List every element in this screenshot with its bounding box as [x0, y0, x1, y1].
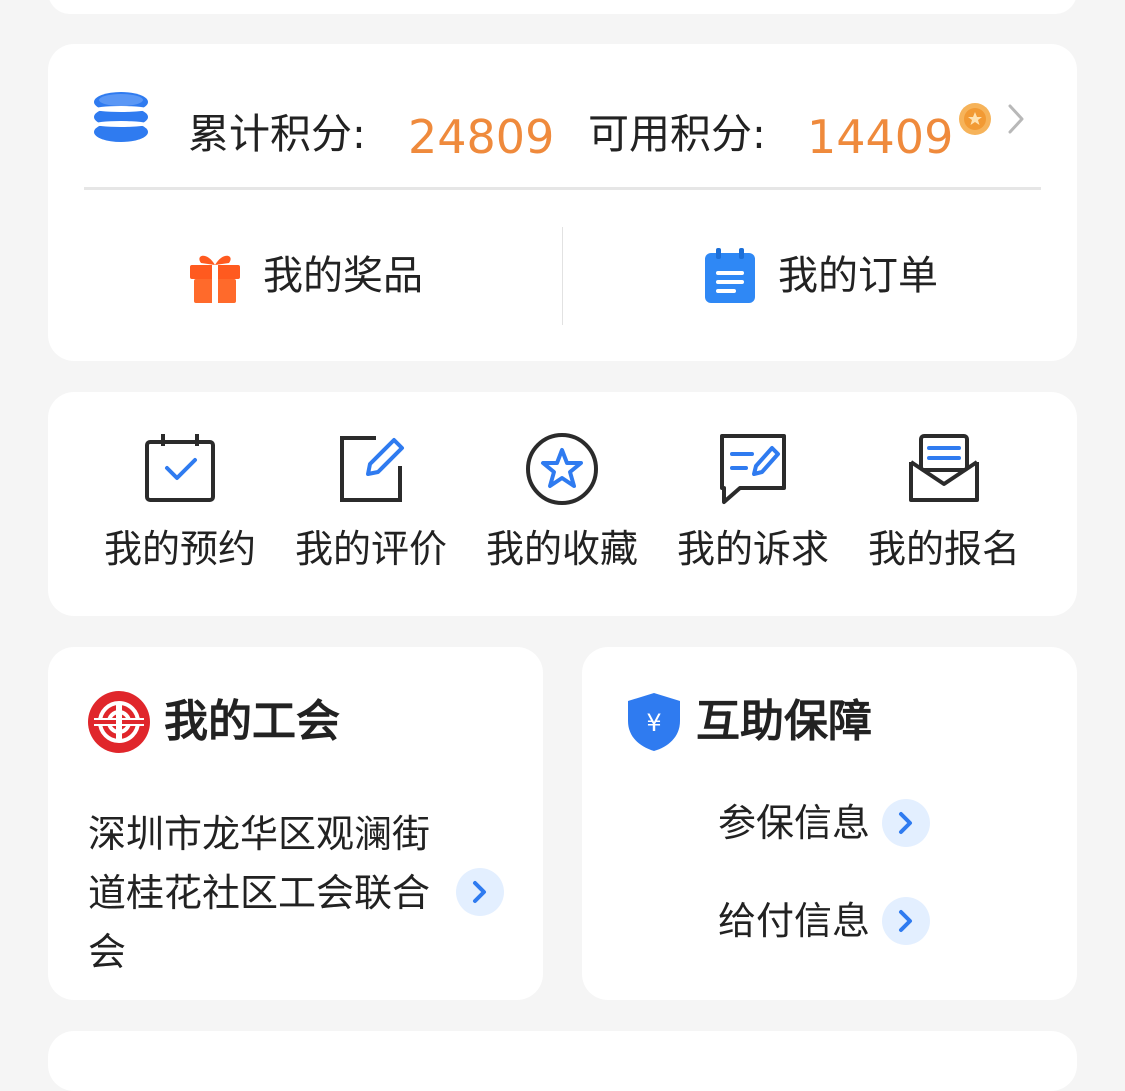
total-points-value: 24809: [408, 110, 555, 164]
insurance-info-label: 参保信息: [718, 801, 871, 845]
svg-text:¥: ¥: [646, 709, 661, 737]
available-points-value: 14409: [807, 110, 954, 164]
union-card-header: 我的工会: [88, 691, 340, 753]
envelope-icon: [909, 434, 979, 502]
points-divider: [84, 187, 1041, 190]
top-card: [48, 0, 1077, 14]
gold-coin-icon: [959, 103, 991, 135]
union-detail-button[interactable]: [456, 868, 504, 916]
my-prizes-label: 我的奖品: [263, 253, 423, 299]
mutual-aid-card: ¥ 互助保障 参保信息 给付信息: [582, 647, 1077, 1000]
union-title: 我的工会: [164, 696, 340, 747]
insurance-info-button[interactable]: [882, 799, 931, 847]
gift-icon: [190, 255, 240, 303]
union-name: 深圳市龙华区观澜街道桂花社区工会联合会: [88, 812, 431, 974]
quick-link-label: 我的预约: [103, 527, 256, 571]
points-card: 累计积分: 24809 可用积分: 14409 我的奖品 我的订单: [48, 44, 1077, 361]
insurance-info-row[interactable]: 参保信息: [718, 799, 931, 847]
quick-link-label: 我的收藏: [485, 527, 638, 571]
quick-link-reviews[interactable]: 我的评价: [281, 430, 461, 590]
my-prizes-button[interactable]: 我的奖品: [48, 227, 562, 325]
quick-link-label: 我的评价: [294, 527, 447, 571]
coin-stack-icon: [94, 92, 148, 142]
chevron-right-icon[interactable]: [1006, 102, 1026, 136]
shield-yuan-icon: ¥: [628, 693, 680, 751]
chevron-right-icon: [899, 812, 913, 834]
message-edit-icon: [720, 434, 786, 504]
union-logo-icon: [88, 691, 150, 753]
mutual-aid-header: ¥ 互助保障: [626, 691, 872, 753]
my-orders-label: 我的订单: [778, 253, 938, 299]
my-union-card[interactable]: 我的工会 深圳市龙华区观澜街道桂花社区工会联合会: [48, 647, 543, 1000]
payout-info-button[interactable]: [882, 897, 931, 945]
mutual-aid-title: 互助保障: [696, 696, 872, 747]
my-orders-button[interactable]: 我的订单: [563, 227, 1077, 325]
quick-link-registrations[interactable]: 我的报名: [854, 430, 1034, 590]
quick-links-card: 我的预约 我的评价 我的收藏 我的诉求 我的报名: [48, 392, 1077, 616]
payout-info-label: 给付信息: [718, 899, 871, 943]
quick-link-appointments[interactable]: 我的预约: [90, 430, 270, 590]
quick-link-appeals[interactable]: 我的诉求: [663, 430, 843, 590]
quick-link-favorites[interactable]: 我的收藏: [472, 430, 652, 590]
chevron-right-icon: [473, 881, 486, 903]
available-points-label: 可用积分:: [588, 110, 766, 158]
total-points-label: 累计积分:: [188, 110, 366, 158]
edit-icon: [340, 436, 404, 502]
star-circle-icon: [526, 433, 598, 505]
quick-link-label: 我的报名: [867, 527, 1020, 571]
quick-link-label: 我的诉求: [676, 527, 829, 571]
notepad-icon: [705, 248, 755, 303]
chevron-right-icon: [899, 910, 913, 932]
calendar-check-icon: [145, 434, 215, 502]
payout-info-row[interactable]: 给付信息: [718, 897, 931, 945]
bottom-card: [48, 1031, 1077, 1091]
